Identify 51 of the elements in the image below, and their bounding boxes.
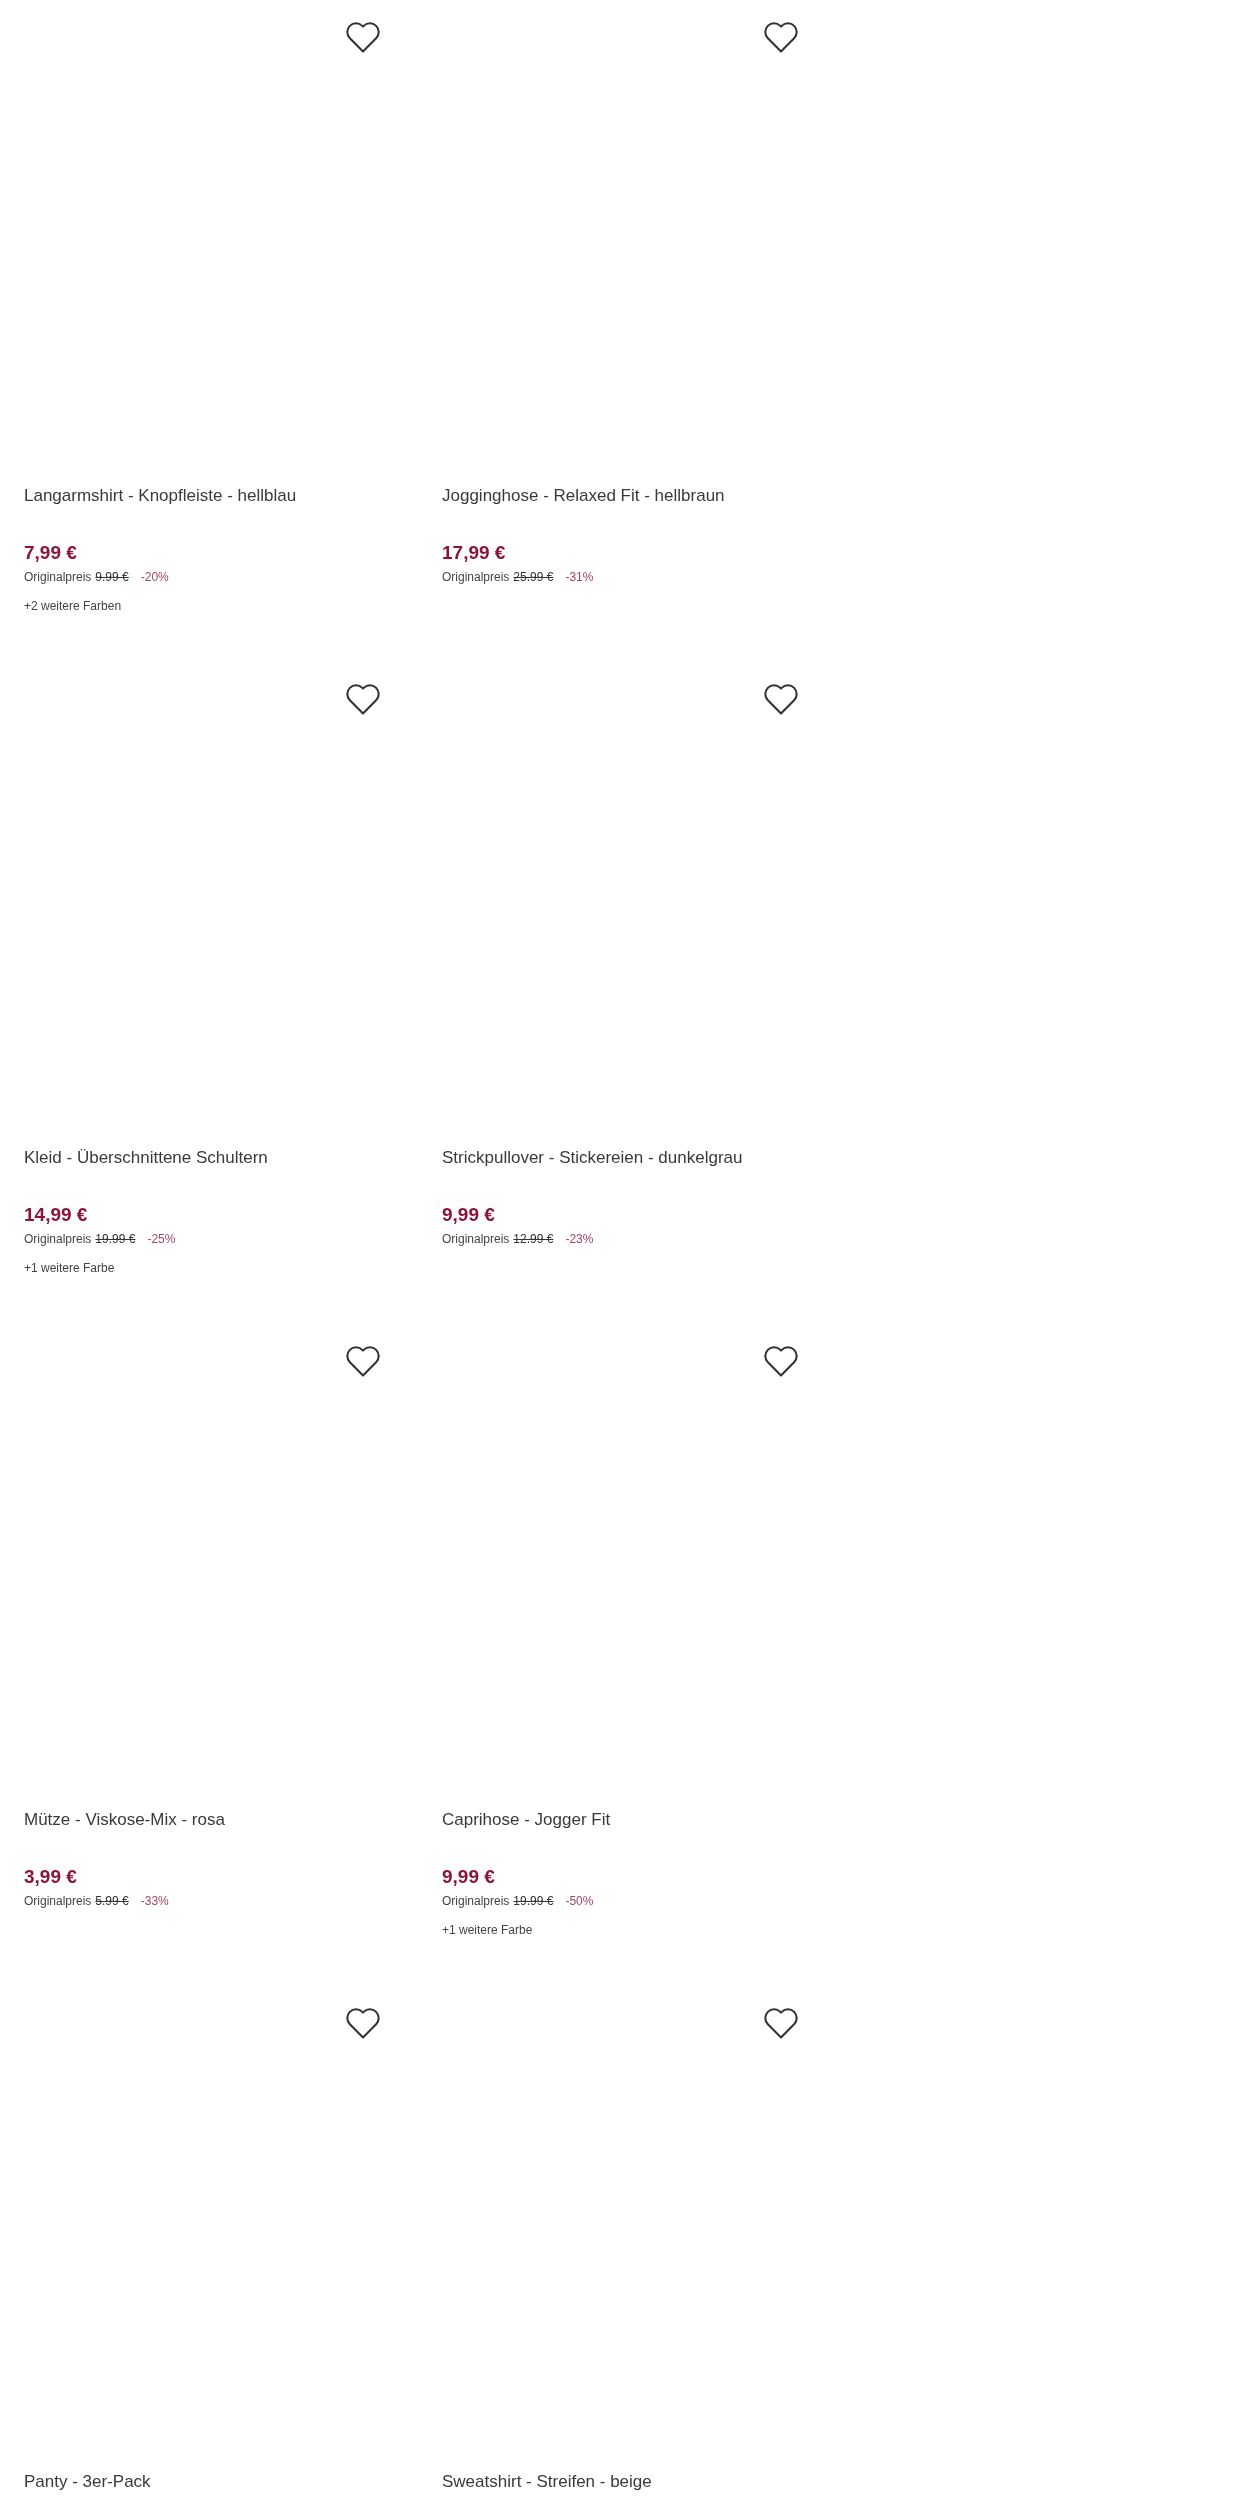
heart-icon [764, 2008, 798, 2039]
original-price-label: Originalpreis [442, 569, 510, 586]
original-price-label: Originalpreis [24, 1231, 92, 1248]
favorite-button[interactable] [346, 684, 380, 715]
original-price: 5.99 € [95, 1893, 129, 1910]
heart-icon [346, 22, 380, 53]
favorite-button[interactable] [346, 1346, 380, 1377]
product-title[interactable]: Sweatshirt - Streifen - beige [442, 2470, 820, 2494]
sale-price: 17,99 € [442, 541, 507, 565]
discount-percentage: -33% [140, 1893, 169, 1910]
discount-percentage: -23% [565, 1231, 594, 1248]
discount-percentage: -20% [140, 569, 169, 586]
favorite-button[interactable] [764, 1346, 798, 1377]
original-price: 19.99 € [95, 1231, 136, 1248]
sale-price: 3,99 € [24, 1865, 78, 1889]
heart-icon [764, 22, 798, 53]
heart-icon [346, 2008, 380, 2039]
more-colors-text[interactable]: +2 weitere Farben [24, 597, 402, 615]
original-price-label: Originalpreis [442, 1231, 510, 1248]
favorite-button[interactable] [346, 22, 380, 53]
favorite-button[interactable] [764, 2008, 798, 2039]
sale-price: 14,99 € [24, 1203, 89, 1227]
product-title[interactable]: Panty - 3er-Pack [24, 2470, 402, 2494]
product-title[interactable]: Caprihose - Jogger Fit [442, 1808, 820, 1832]
heart-icon [764, 684, 798, 715]
product-title[interactable]: Strickpullover - Stickereien - dunkelgrau [442, 1146, 820, 1170]
sale-price: 7,99 € [24, 541, 78, 565]
heart-icon [764, 1346, 798, 1377]
original-price-label: Originalpreis [442, 1893, 510, 1910]
product-title[interactable]: Jogginghose - Relaxed Fit - hellbraun [442, 484, 820, 508]
heart-icon [346, 684, 380, 715]
sale-price: 9,99 € [442, 1865, 496, 1889]
original-price: 12.99 € [513, 1231, 554, 1248]
original-price: 9.99 € [95, 569, 129, 586]
original-price-label: Originalpreis [24, 569, 92, 586]
discount-percentage: -25% [147, 1231, 176, 1248]
more-colors-text[interactable]: +1 weitere Farbe [24, 1259, 402, 1277]
original-price: 25.99 € [513, 569, 554, 586]
more-colors-text[interactable]: +1 weitere Farbe [442, 1921, 820, 1939]
favorite-button[interactable] [346, 2008, 380, 2039]
favorite-button[interactable] [764, 22, 798, 53]
sale-price: 9,99 € [442, 1203, 496, 1227]
product-title[interactable]: Mütze - Viskose-Mix - rosa [24, 1808, 402, 1832]
original-price: 19.99 € [513, 1893, 554, 1910]
discount-percentage: -50% [565, 1893, 594, 1910]
discount-percentage: -31% [565, 569, 594, 586]
favorite-button[interactable] [764, 684, 798, 715]
original-price-label: Originalpreis [24, 1893, 92, 1910]
product-title[interactable]: Kleid - Überschnittene Schultern [24, 1146, 402, 1170]
product-title[interactable]: Langarmshirt - Knopfleiste - hellblau [24, 484, 402, 508]
heart-icon [346, 1346, 380, 1377]
